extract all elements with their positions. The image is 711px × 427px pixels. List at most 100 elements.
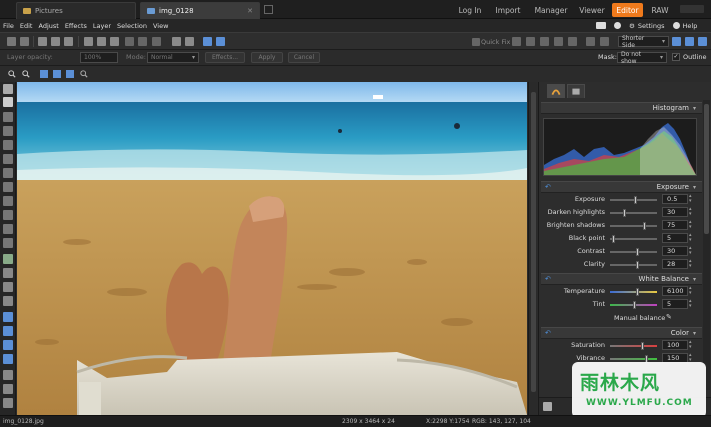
grid-icon[interactable] bbox=[185, 37, 194, 46]
actual-size-icon[interactable] bbox=[685, 37, 694, 46]
tool-icon[interactable] bbox=[600, 37, 609, 46]
tool-icon[interactable] bbox=[3, 126, 13, 136]
mode-import[interactable]: Import bbox=[493, 3, 523, 17]
cut-icon[interactable] bbox=[84, 37, 93, 46]
tool-icon[interactable] bbox=[3, 296, 13, 306]
menu-layer[interactable]: Layer bbox=[90, 22, 114, 30]
slider-value-input[interactable]: 0.5 bbox=[662, 194, 688, 204]
adjust-tab[interactable] bbox=[547, 84, 565, 98]
slider-value-input[interactable]: 30 bbox=[662, 246, 688, 256]
redo-icon[interactable] bbox=[138, 37, 147, 46]
open-icon[interactable] bbox=[38, 37, 47, 46]
slider-track[interactable] bbox=[610, 355, 657, 363]
menu-edit[interactable]: Edit bbox=[17, 22, 36, 30]
print-icon[interactable] bbox=[64, 37, 73, 46]
slider-value-input[interactable]: 5 bbox=[662, 233, 688, 243]
slider-track[interactable] bbox=[610, 301, 657, 309]
tool-icon[interactable] bbox=[540, 37, 549, 46]
slider-knob[interactable] bbox=[636, 248, 639, 256]
tool-icon[interactable] bbox=[3, 384, 13, 394]
fill-window-icon[interactable] bbox=[66, 70, 74, 78]
spinner-icon[interactable]: ▴ ▾ bbox=[689, 220, 695, 230]
tool-icon[interactable] bbox=[3, 140, 13, 150]
reset-icon[interactable]: ↶ bbox=[545, 183, 551, 191]
spinner-icon[interactable]: ▴ ▾ bbox=[689, 340, 695, 350]
tab-pictures[interactable]: Pictures bbox=[16, 2, 136, 19]
layer-opacity-select[interactable]: 100% bbox=[80, 52, 118, 63]
tool-icon[interactable] bbox=[3, 238, 13, 248]
tool-icon[interactable] bbox=[3, 312, 13, 322]
menu-adjust[interactable]: Adjust bbox=[35, 22, 61, 30]
mode-select[interactable]: Normal ▾ bbox=[147, 52, 199, 63]
monitor-icon[interactable] bbox=[596, 22, 606, 29]
tool-icon[interactable] bbox=[3, 182, 13, 192]
spinner-icon[interactable]: ▴ ▾ bbox=[689, 299, 695, 309]
fit-window-icon[interactable] bbox=[40, 70, 48, 78]
spinner-icon[interactable]: ▴ ▾ bbox=[689, 259, 695, 269]
print-tab[interactable] bbox=[567, 84, 585, 98]
slider-track[interactable] bbox=[610, 209, 657, 217]
mode-raw[interactable]: RAW bbox=[647, 3, 673, 17]
tool-icon[interactable] bbox=[586, 37, 595, 46]
menu-file[interactable]: File bbox=[0, 22, 17, 30]
slider-knob[interactable] bbox=[623, 209, 626, 217]
tool-icon[interactable] bbox=[3, 154, 13, 164]
slider-knob[interactable] bbox=[612, 235, 615, 243]
rotate-left-icon[interactable] bbox=[152, 37, 161, 46]
user-icon[interactable] bbox=[614, 22, 621, 29]
tool-icon[interactable] bbox=[3, 398, 13, 408]
slider-value-input[interactable]: 28 bbox=[662, 259, 688, 269]
mode-manager[interactable]: Manager bbox=[532, 3, 570, 17]
fullscreen-icon[interactable] bbox=[698, 37, 707, 46]
slider-value-input[interactable]: 5 bbox=[662, 299, 688, 309]
slider-track[interactable] bbox=[610, 261, 657, 269]
slider-value-input[interactable]: 100 bbox=[662, 340, 688, 350]
new-tab-button[interactable] bbox=[264, 5, 273, 14]
apply-button[interactable]: Apply bbox=[251, 52, 283, 63]
slider-track[interactable] bbox=[610, 196, 657, 204]
tool-icon[interactable] bbox=[3, 268, 13, 278]
slider-knob[interactable] bbox=[643, 222, 646, 230]
slider-knob[interactable] bbox=[641, 342, 644, 350]
tool-icon[interactable] bbox=[512, 37, 521, 46]
eyedropper-icon[interactable]: ✎ bbox=[666, 313, 672, 321]
magnifier-icon[interactable] bbox=[80, 70, 88, 78]
tool-icon[interactable] bbox=[3, 210, 13, 220]
tool-icon[interactable] bbox=[568, 37, 577, 46]
back-icon[interactable] bbox=[7, 37, 16, 46]
one-to-one-icon[interactable] bbox=[53, 70, 61, 78]
quick-fix-label[interactable]: Quick Fix bbox=[481, 38, 510, 46]
panel-scrollbar[interactable] bbox=[703, 100, 710, 390]
quick-fix-icon[interactable] bbox=[472, 38, 480, 46]
slider-track[interactable] bbox=[610, 222, 657, 230]
cancel-button[interactable]: Cancel bbox=[288, 52, 320, 63]
help-icon[interactable] bbox=[672, 22, 680, 29]
outline-checkbox[interactable]: ✓ bbox=[672, 53, 680, 61]
tool-icon[interactable] bbox=[3, 112, 13, 122]
settings-link[interactable]: Settings bbox=[638, 22, 665, 30]
undo-icon[interactable] bbox=[125, 37, 134, 46]
close-tab-icon[interactable]: ✕ bbox=[247, 7, 253, 15]
slider-knob[interactable] bbox=[636, 288, 639, 296]
scroll-thumb[interactable] bbox=[531, 92, 536, 392]
flip-icon[interactable] bbox=[172, 37, 181, 46]
tool-icon[interactable] bbox=[3, 196, 13, 206]
tool-icon[interactable] bbox=[3, 354, 13, 364]
gear-icon[interactable]: ⚙ bbox=[629, 22, 635, 30]
effects-button[interactable]: Effects... bbox=[205, 52, 245, 63]
help-link[interactable]: Help bbox=[683, 22, 698, 30]
tool-icon[interactable] bbox=[3, 282, 13, 292]
single-view-icon[interactable] bbox=[203, 37, 212, 46]
tool-icon[interactable] bbox=[3, 326, 13, 336]
zoom-out-icon[interactable] bbox=[22, 70, 30, 78]
layers-icon[interactable] bbox=[543, 402, 552, 411]
color-header[interactable]: ↶ Color ▾ bbox=[541, 327, 702, 339]
tool-icon[interactable] bbox=[3, 168, 13, 178]
fit-mode-select[interactable]: Shorter Side ▾ bbox=[618, 35, 669, 49]
tool-icon[interactable] bbox=[3, 370, 13, 380]
menu-selection[interactable]: Selection bbox=[114, 22, 150, 30]
magnify-tool-icon[interactable] bbox=[3, 84, 13, 94]
spinner-icon[interactable]: ▴ ▾ bbox=[689, 194, 695, 204]
hand-tool-icon[interactable] bbox=[3, 97, 13, 107]
reset-icon[interactable]: ↶ bbox=[545, 275, 551, 283]
